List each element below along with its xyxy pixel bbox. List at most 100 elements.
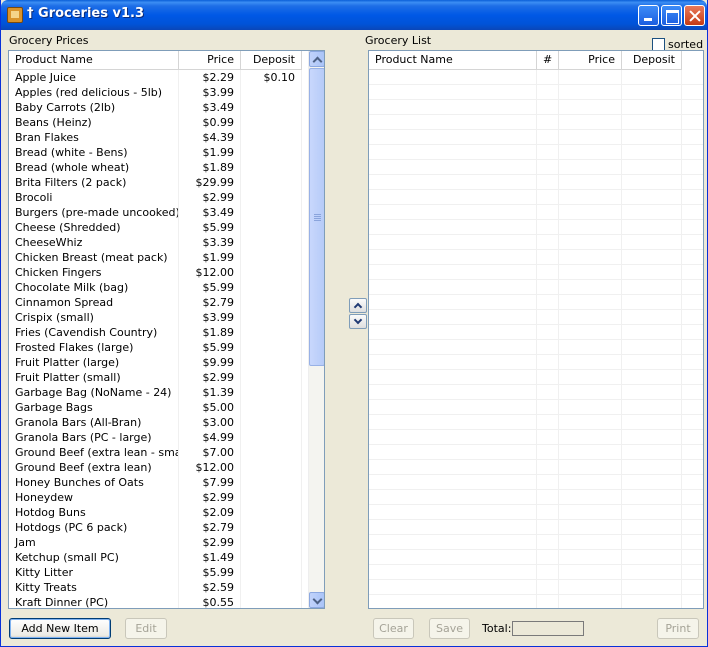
table-row[interactable]: Granola Bars (All-Bran) $3.00	[9, 415, 302, 430]
table-row[interactable]: Hotdogs (PC 6 pack) $2.79	[9, 520, 302, 535]
table-row[interactable]: Ground Beef (extra lean) $12.00	[9, 460, 302, 475]
list-item[interactable]	[369, 535, 703, 550]
column-header-product-name[interactable]: Product Name	[9, 51, 179, 70]
list-item[interactable]	[369, 430, 703, 445]
sorted-checkbox[interactable]	[652, 37, 665, 51]
prices-scrollbar[interactable]	[308, 51, 324, 608]
table-row[interactable]: Brita Filters (2 pack) $29.99	[9, 175, 302, 190]
list-item[interactable]	[369, 310, 703, 325]
list-item[interactable]	[369, 235, 703, 250]
table-row[interactable]: CheeseWhiz $3.39	[9, 235, 302, 250]
edit-button[interactable]: Edit	[125, 618, 167, 639]
column-header-price[interactable]: Price	[559, 51, 622, 70]
list-item[interactable]	[369, 250, 703, 265]
table-row[interactable]: Ketchup (small PC) $1.49	[9, 550, 302, 565]
table-row[interactable]: Apples (red delicious - 5lb) $3.99	[9, 85, 302, 100]
list-item[interactable]	[369, 400, 703, 415]
minimize-button[interactable]	[638, 5, 659, 26]
list-item[interactable]	[369, 595, 703, 608]
table-row[interactable]: Granola Bars (PC - large) $4.99	[9, 430, 302, 445]
list-item[interactable]	[369, 340, 703, 355]
list-item[interactable]	[369, 325, 703, 340]
list-item[interactable]	[369, 220, 703, 235]
table-row[interactable]: Baby Carrots (2lb) $3.49	[9, 100, 302, 115]
list-item[interactable]	[369, 460, 703, 475]
list-item[interactable]	[369, 355, 703, 370]
empty-cell	[622, 415, 682, 429]
table-row[interactable]: Kitty Treats $2.59	[9, 580, 302, 595]
table-row[interactable]: Cheese (Shredded) $5.99	[9, 220, 302, 235]
grocery-list-table[interactable]: Product Name # Price Deposit	[368, 50, 704, 609]
table-row[interactable]: Chicken Fingers $12.00	[9, 265, 302, 280]
scroll-down-arrow-icon[interactable]	[309, 592, 324, 608]
list-item[interactable]	[369, 100, 703, 115]
column-header-price[interactable]: Price	[179, 51, 241, 70]
list-item[interactable]	[369, 115, 703, 130]
close-button[interactable]	[684, 5, 705, 26]
table-row[interactable]: Beans (Heinz) $0.99	[9, 115, 302, 130]
list-item[interactable]	[369, 190, 703, 205]
maximize-button[interactable]	[661, 5, 682, 26]
table-row[interactable]: Honey Bunches of Oats $7.99	[9, 475, 302, 490]
sorted-toggle[interactable]: sorted	[652, 37, 703, 51]
table-row[interactable]: Bread (whole wheat) $1.89	[9, 160, 302, 175]
clear-button[interactable]: Clear	[373, 618, 414, 639]
print-button[interactable]: Print	[657, 618, 699, 639]
list-item[interactable]	[369, 550, 703, 565]
column-header-product-name[interactable]: Product Name	[369, 51, 537, 70]
scroll-thumb[interactable]	[309, 68, 324, 366]
table-row[interactable]: Ground Beef (extra lean - small) $7.00	[9, 445, 302, 460]
list-item[interactable]	[369, 370, 703, 385]
table-row[interactable]: Bran Flakes $4.39	[9, 130, 302, 145]
table-row[interactable]: Bread (white - Bens) $1.99	[9, 145, 302, 160]
list-item[interactable]	[369, 385, 703, 400]
table-row[interactable]: Kraft Dinner (PC) $0.55	[9, 595, 302, 608]
move-down-button[interactable]	[349, 314, 367, 329]
table-row[interactable]: Cinnamon Spread $2.79	[9, 295, 302, 310]
list-item[interactable]	[369, 565, 703, 580]
table-row[interactable]: Garbage Bags $5.00	[9, 400, 302, 415]
table-row[interactable]: Burgers (pre-made uncooked) $3.49	[9, 205, 302, 220]
list-item[interactable]	[369, 280, 703, 295]
list-item[interactable]	[369, 520, 703, 535]
table-row[interactable]: Chicken Breast (meat pack) $1.99	[9, 250, 302, 265]
column-header-deposit[interactable]: Deposit	[241, 51, 302, 70]
list-item[interactable]	[369, 580, 703, 595]
list-item[interactable]	[369, 505, 703, 520]
table-row[interactable]: Jam $2.99	[9, 535, 302, 550]
table-row[interactable]: Honeydew $2.99	[9, 490, 302, 505]
table-row[interactable]: Fruit Platter (large) $9.99	[9, 355, 302, 370]
table-row[interactable]: Hotdog Buns $2.09	[9, 505, 302, 520]
list-item[interactable]	[369, 490, 703, 505]
save-button[interactable]: Save	[429, 618, 470, 639]
list-item[interactable]	[369, 85, 703, 100]
column-header-deposit[interactable]: Deposit	[622, 51, 682, 70]
table-row[interactable]: Brocoli $2.99	[9, 190, 302, 205]
title-bar[interactable]: † Groceries v1.3	[1, 0, 707, 30]
table-row[interactable]: Fries (Cavendish Country) $1.89	[9, 325, 302, 340]
scroll-up-arrow-icon[interactable]	[309, 51, 324, 67]
empty-cell	[369, 460, 537, 474]
list-item[interactable]	[369, 145, 703, 160]
table-row[interactable]: Apple Juice $2.29 $0.10	[9, 70, 302, 85]
list-item[interactable]	[369, 175, 703, 190]
list-item[interactable]	[369, 475, 703, 490]
list-item[interactable]	[369, 415, 703, 430]
grocery-prices-table[interactable]: Product Name Price Deposit Apple Juice $2…	[8, 50, 325, 609]
column-header-quantity[interactable]: #	[537, 51, 559, 70]
table-row[interactable]: Crispix (small) $3.99	[9, 310, 302, 325]
table-row[interactable]: Fruit Platter (small) $2.99	[9, 370, 302, 385]
add-new-item-button[interactable]: Add New Item	[9, 618, 111, 639]
table-row[interactable]: Frosted Flakes (large) $5.99	[9, 340, 302, 355]
list-item[interactable]	[369, 295, 703, 310]
list-item[interactable]	[369, 130, 703, 145]
list-item[interactable]	[369, 160, 703, 175]
list-item[interactable]	[369, 205, 703, 220]
list-item[interactable]	[369, 265, 703, 280]
list-item[interactable]	[369, 445, 703, 460]
list-item[interactable]	[369, 70, 703, 85]
table-row[interactable]: Garbage Bag (NoName - 24) $1.39	[9, 385, 302, 400]
table-row[interactable]: Chocolate Milk (bag) $5.99	[9, 280, 302, 295]
move-up-button[interactable]	[349, 298, 367, 313]
table-row[interactable]: Kitty Litter $5.99	[9, 565, 302, 580]
